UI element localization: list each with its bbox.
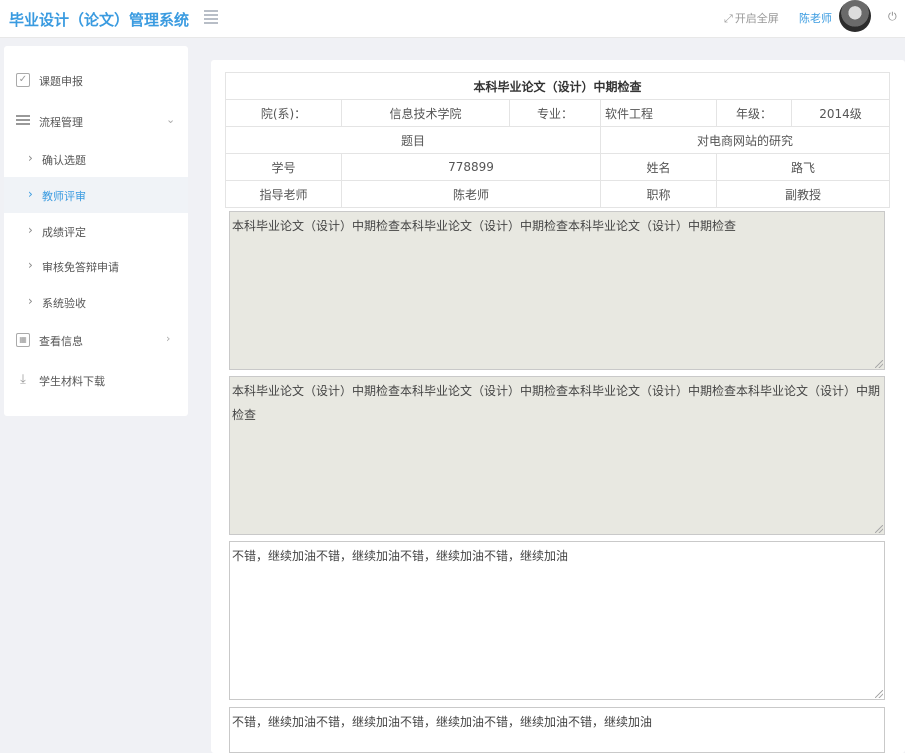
sidebar-item-label: 审核免答辩申请	[42, 261, 119, 274]
readonly-textarea-2[interactable]: 本科毕业论文（设计）中期检查本科毕业论文（设计）中期检查本科毕业论文（设计）中期…	[229, 376, 885, 535]
sidebar: ✓ 课题申报 流程管理 ⌄ › 确认选题 › 教师评审 › 成绩评定 › 审核免…	[4, 46, 188, 416]
advisor-value: 陈老师	[341, 180, 601, 208]
sidebar-item-view-info[interactable]: ▦ 查看信息 ›	[4, 322, 188, 358]
grade-label: 年级：	[716, 99, 792, 127]
topic-value: 对电商网站的研究	[599, 126, 891, 154]
list-icon	[16, 114, 30, 128]
sidebar-item-defense-exemption[interactable]: › 审核免答辩申请	[4, 248, 188, 284]
menu-toggle-icon[interactable]	[204, 10, 218, 24]
sidebar-item-system-acceptance[interactable]: › 系统验收	[4, 284, 188, 320]
resize-grip-icon[interactable]	[875, 690, 883, 698]
top-bar: 毕业设计（论文）管理系统 ⤢ 开启全屏 陈老师 ⏻	[0, 0, 905, 38]
topic-label: 题目	[225, 126, 601, 154]
fullscreen-button[interactable]: ⤢ 开启全屏	[724, 10, 779, 26]
avatar[interactable]	[839, 0, 871, 32]
major-label: 专业：	[509, 99, 601, 127]
sidebar-item-label: 课题申报	[39, 75, 83, 88]
checkbox-icon: ✓	[16, 73, 30, 87]
chevron-right-icon: ›	[28, 151, 33, 165]
sidebar-item-label: 查看信息	[39, 335, 83, 348]
comment-textarea-1[interactable]: 不错，继续加油不错，继续加油不错，继续加油不错，继续加油	[229, 541, 885, 700]
sidebar-item-label: 流程管理	[39, 116, 83, 129]
chevron-right-icon: ›	[28, 294, 33, 308]
major-value: 软件工程	[600, 99, 717, 127]
sidebar-item-topic-apply[interactable]: ✓ 课题申报	[4, 62, 188, 98]
grade-value: 2014级	[790, 99, 891, 127]
sidebar-item-download[interactable]: ⤓ 学生材料下载	[4, 362, 188, 398]
sidebar-item-label: 教师评审	[42, 190, 86, 203]
info-table: 本科毕业论文（设计）中期检查 院(系)： 信息技术学院 专业： 软件工程 年级：…	[224, 72, 891, 208]
rank-value: 副教授	[715, 180, 891, 208]
name-value: 路飞	[715, 153, 891, 181]
sidebar-item-label: 系统验收	[42, 297, 86, 310]
chevron-right-icon: ›	[166, 332, 171, 345]
chevron-right-icon: ›	[28, 223, 33, 237]
dept-label: 院(系)：	[225, 99, 342, 127]
textarea-text: 本科毕业论文（设计）中期检查本科毕业论文（设计）中期检查本科毕业论文（设计）中期…	[232, 384, 881, 422]
textarea-text: 不错，继续加油不错，继续加油不错，继续加油不错，继续加油	[232, 549, 569, 563]
user-name[interactable]: 陈老师	[799, 10, 832, 26]
sidebar-item-teacher-review[interactable]: › 教师评审	[4, 177, 188, 213]
rank-label: 职称	[600, 180, 717, 208]
student-id-value: 778899	[341, 153, 601, 181]
resize-grip-icon[interactable]	[875, 360, 883, 368]
readonly-textarea-1[interactable]: 本科毕业论文（设计）中期检查本科毕业论文（设计）中期检查本科毕业论文（设计）中期…	[229, 211, 885, 370]
download-icon: ⤓	[20, 372, 26, 387]
name-label: 姓名	[600, 153, 717, 181]
expand-icon: ⤢	[724, 12, 733, 25]
logout-icon[interactable]: ⏻	[888, 10, 897, 24]
sidebar-item-label: 学生材料下载	[39, 375, 105, 388]
app-title: 毕业设计（论文）管理系统	[9, 11, 190, 29]
sidebar-item-label: 确认选题	[42, 154, 86, 167]
chevron-down-icon: ⌄	[166, 113, 176, 126]
fullscreen-label: 开启全屏	[734, 12, 779, 25]
chevron-right-icon: ›	[28, 258, 33, 272]
textarea-text: 本科毕业论文（设计）中期检查本科毕业论文（设计）中期检查本科毕业论文（设计）中期…	[232, 219, 737, 233]
dept-value: 信息技术学院	[341, 99, 510, 127]
calendar-icon: ▦	[16, 333, 30, 347]
comment-textarea-2[interactable]: 不错，继续加油不错，继续加油不错，继续加油不错，继续加油不错，继续加油	[229, 707, 885, 753]
advisor-label: 指导老师	[225, 180, 342, 208]
textarea-text: 不错，继续加油不错，继续加油不错，继续加油不错，继续加油不错，继续加油	[232, 715, 653, 729]
sidebar-item-process[interactable]: 流程管理 ⌄	[4, 103, 188, 139]
sidebar-item-label: 成绩评定	[42, 226, 86, 239]
form-title: 本科毕业论文（设计）中期检查	[224, 72, 891, 100]
sidebar-item-confirm-topic[interactable]: › 确认选题	[4, 141, 188, 177]
sidebar-item-grading[interactable]: › 成绩评定	[4, 213, 188, 249]
chevron-right-icon: ›	[28, 187, 33, 201]
student-id-label: 学号	[225, 153, 342, 181]
resize-grip-icon[interactable]	[875, 525, 883, 533]
